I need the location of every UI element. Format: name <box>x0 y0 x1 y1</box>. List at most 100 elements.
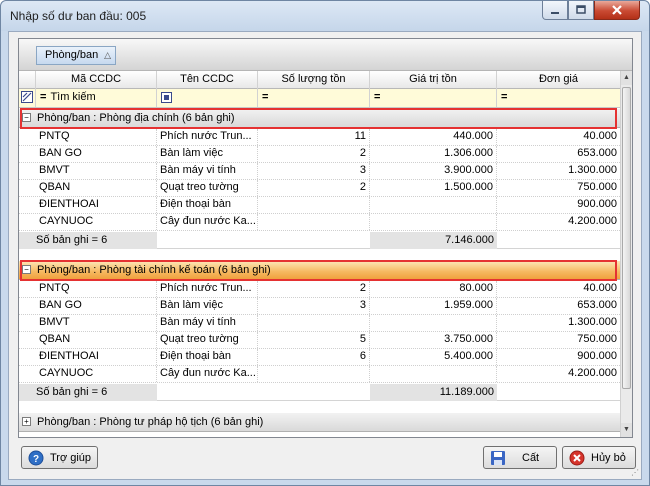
cell-gia-tri-ton[interactable] <box>370 197 497 213</box>
cell-gia-tri-ton[interactable]: 1.500.000 <box>370 180 497 196</box>
cell-ma-ccdc[interactable]: BAN GO <box>36 146 157 162</box>
filter-cell-ten-ccdc[interactable] <box>157 89 258 107</box>
cancel-button[interactable]: Hủy bỏ <box>562 446 636 469</box>
help-button[interactable]: ? Trợ giúp <box>21 446 98 469</box>
cell-ten-ccdc[interactable]: Bàn máy vi tính <box>157 163 258 179</box>
filter-cell-ma-ccdc[interactable]: = Tìm kiếm <box>36 89 157 107</box>
cell-don-gia[interactable]: 1.300.000 <box>497 315 620 331</box>
filter-cell-gia-tri-ton[interactable]: = <box>370 89 497 107</box>
cell-don-gia[interactable]: 40.000 <box>497 281 620 297</box>
cell-don-gia[interactable]: 900.000 <box>497 197 620 213</box>
cell-so-luong-ton[interactable]: 6 <box>258 349 370 365</box>
cell-don-gia[interactable]: 1.300.000 <box>497 163 620 179</box>
cell-ma-ccdc[interactable]: BMVT <box>36 163 157 179</box>
cell-ma-ccdc[interactable]: BAN GO <box>36 298 157 314</box>
cell-ten-ccdc[interactable]: Bàn làm việc <box>157 298 258 314</box>
cell-so-luong-ton[interactable] <box>258 197 370 213</box>
table-row[interactable]: PNTQ Phích nước Trun... 11 440.000 40.000 <box>19 129 620 146</box>
cell-gia-tri-ton[interactable]: 1.959.000 <box>370 298 497 314</box>
cell-ma-ccdc[interactable]: BMVT <box>36 315 157 331</box>
filter-checkbox[interactable] <box>161 91 172 103</box>
cell-ten-ccdc[interactable]: Quạt treo tường <box>157 332 258 348</box>
cell-so-luong-ton[interactable]: 2 <box>258 146 370 162</box>
group-row-tu-phap-ho-tich[interactable]: + Phòng/ban : Phòng tư pháp hộ tịch (6 b… <box>19 413 620 432</box>
table-row[interactable]: CAYNUOC Cây đun nước Ka... 4.200.000 <box>19 366 620 383</box>
cell-ma-ccdc[interactable]: ĐIENTHOAI <box>36 349 157 365</box>
cell-ten-ccdc[interactable]: Quạt treo tường <box>157 180 258 196</box>
cell-ma-ccdc[interactable]: CAYNUOC <box>36 214 157 230</box>
filter-cell-so-luong-ton[interactable]: = <box>258 89 370 107</box>
column-header-ten-ccdc[interactable]: Tên CCDC <box>157 71 258 89</box>
table-row[interactable]: BAN GO Bàn làm việc 3 1.959.000 653.000 <box>19 298 620 315</box>
cell-ma-ccdc[interactable]: PNTQ <box>36 281 157 297</box>
column-header-so-luong-ton[interactable]: Số lượng tồn <box>258 71 370 89</box>
cell-so-luong-ton[interactable]: 11 <box>258 129 370 145</box>
scroll-down-icon[interactable]: ▼ <box>621 423 632 437</box>
cell-so-luong-ton[interactable] <box>258 315 370 331</box>
cell-don-gia[interactable]: 750.000 <box>497 332 620 348</box>
cell-ten-ccdc[interactable]: Bàn làm việc <box>157 146 258 162</box>
group-by-chip[interactable]: Phòng/ban △ <box>36 46 116 65</box>
table-row[interactable]: ĐIENTHOAI Điện thoại bàn 6 5.400.000 900.000 <box>19 349 620 366</box>
save-button[interactable]: Cất <box>483 446 557 469</box>
cell-gia-tri-ton[interactable]: 440.000 <box>370 129 497 145</box>
vertical-scrollbar[interactable]: ▲ ▼ <box>620 71 632 437</box>
cell-ten-ccdc[interactable]: Cây đun nước Ka... <box>157 214 258 230</box>
cell-ten-ccdc[interactable]: Bàn máy vi tính <box>157 315 258 331</box>
highlight-box <box>20 260 617 281</box>
minimize-button[interactable] <box>542 1 568 20</box>
table-row[interactable]: PNTQ Phích nước Trun... 2 80.000 40.000 <box>19 281 620 298</box>
cell-ma-ccdc[interactable]: PNTQ <box>36 129 157 145</box>
cell-don-gia[interactable]: 653.000 <box>497 298 620 314</box>
table-row[interactable]: ĐIENTHOAI Điện thoại bàn 900.000 <box>19 197 620 214</box>
cell-so-luong-ton[interactable] <box>258 214 370 230</box>
cell-so-luong-ton[interactable]: 3 <box>258 163 370 179</box>
cell-ten-ccdc[interactable]: Điện thoại bàn <box>157 197 258 213</box>
table-row[interactable]: QBAN Quạt treo tường 2 1.500.000 750.000 <box>19 180 620 197</box>
cell-ten-ccdc[interactable]: Điện thoại bàn <box>157 349 258 365</box>
cell-so-luong-ton[interactable]: 2 <box>258 281 370 297</box>
table-row[interactable]: BMVT Bàn máy vi tính 3 3.900.000 1.300.000 <box>19 163 620 180</box>
table-row[interactable]: QBAN Quạt treo tường 5 3.750.000 750.000 <box>19 332 620 349</box>
cell-don-gia[interactable]: 900.000 <box>497 349 620 365</box>
scroll-thumb[interactable] <box>622 87 631 389</box>
table-row[interactable]: CAYNUOC Cây đun nước Ka... 4.200.000 <box>19 214 620 231</box>
cell-ten-ccdc[interactable]: Phích nước Trun... <box>157 281 258 297</box>
table-row[interactable]: BAN GO Bàn làm việc 2 1.306.000 653.000 <box>19 146 620 163</box>
cell-so-luong-ton[interactable]: 3 <box>258 298 370 314</box>
cell-so-luong-ton[interactable]: 5 <box>258 332 370 348</box>
column-header-ma-ccdc[interactable]: Mã CCDC <box>36 71 157 89</box>
cell-ten-ccdc[interactable]: Cây đun nước Ka... <box>157 366 258 382</box>
table-row[interactable]: BMVT Bàn máy vi tính 1.300.000 <box>19 315 620 332</box>
cell-gia-tri-ton[interactable] <box>370 315 497 331</box>
cell-ma-ccdc[interactable]: CAYNUOC <box>36 366 157 382</box>
cell-don-gia[interactable]: 750.000 <box>497 180 620 196</box>
cell-don-gia[interactable]: 40.000 <box>497 129 620 145</box>
cell-ten-ccdc[interactable]: Phích nước Trun... <box>157 129 258 145</box>
column-header-don-gia[interactable]: Đơn giá <box>497 71 620 89</box>
help-icon: ? <box>28 450 44 465</box>
scroll-up-icon[interactable]: ▲ <box>621 71 632 85</box>
cell-don-gia[interactable]: 4.200.000 <box>497 366 620 382</box>
resize-grip-icon[interactable]: ⋰ <box>631 468 639 477</box>
cell-gia-tri-ton[interactable]: 3.900.000 <box>370 163 497 179</box>
cell-so-luong-ton[interactable]: 2 <box>258 180 370 196</box>
expand-icon[interactable]: + <box>22 417 31 426</box>
cell-gia-tri-ton[interactable] <box>370 214 497 230</box>
filter-cell-don-gia[interactable]: = <box>497 89 620 107</box>
cell-ma-ccdc[interactable]: QBAN <box>36 332 157 348</box>
cell-don-gia[interactable]: 653.000 <box>497 146 620 162</box>
cell-gia-tri-ton[interactable]: 5.400.000 <box>370 349 497 365</box>
cell-gia-tri-ton[interactable] <box>370 366 497 382</box>
cell-ma-ccdc[interactable]: QBAN <box>36 180 157 196</box>
maximize-button[interactable] <box>568 1 594 20</box>
cell-don-gia[interactable]: 4.200.000 <box>497 214 620 230</box>
column-header-gia-tri-ton[interactable]: Giá trị tồn <box>370 71 497 89</box>
filter-clear-icon[interactable] <box>19 89 36 107</box>
cell-so-luong-ton[interactable] <box>258 366 370 382</box>
cell-ma-ccdc[interactable]: ĐIENTHOAI <box>36 197 157 213</box>
cell-gia-tri-ton[interactable]: 80.000 <box>370 281 497 297</box>
close-button[interactable] <box>594 1 640 20</box>
cell-gia-tri-ton[interactable]: 3.750.000 <box>370 332 497 348</box>
cell-gia-tri-ton[interactable]: 1.306.000 <box>370 146 497 162</box>
